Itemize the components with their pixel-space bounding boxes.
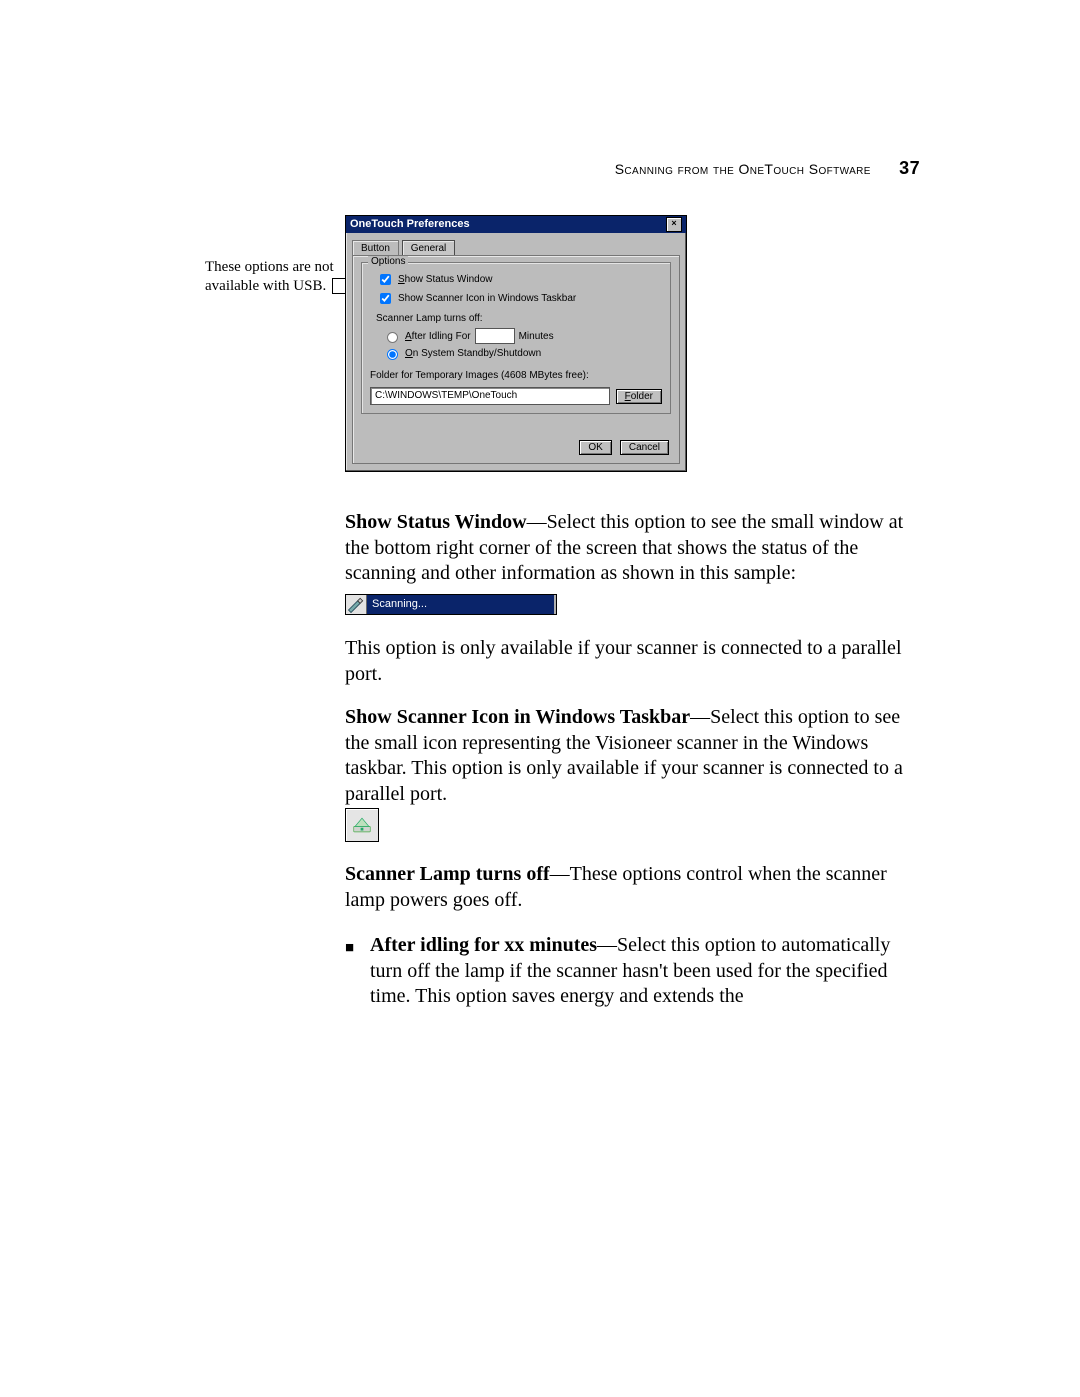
status-window-sample: Scanning... [345, 594, 557, 615]
temp-folder-label: Folder for Temporary Images (4608 MBytes… [370, 370, 662, 381]
callout-note: These options are not available with USB… [205, 258, 335, 296]
minutes-label: Minutes [519, 331, 554, 342]
tab-button[interactable]: Button [352, 240, 399, 256]
paragraph-lamp-off: Scanner Lamp turns off—These options con… [345, 862, 915, 913]
paragraph-show-icon-taskbar: Show Scanner Icon in Windows Taskbar—Sel… [345, 705, 915, 807]
options-fieldset: Options SShow Status Windowhow Status Wi… [361, 262, 671, 414]
lamp-off-group: Scanner Lamp turns off: After Idling For… [376, 313, 662, 360]
close-button[interactable]: × [666, 217, 682, 232]
tab-general-label: General [411, 243, 447, 254]
on-standby-radio[interactable]: On System Standby/Shutdown On System Sta… [382, 346, 662, 360]
temp-folder-path[interactable]: C:\WINDOWS\TEMP\OneTouch [370, 387, 610, 405]
show-status-window-checkbox[interactable]: SShow Status Windowhow Status Window [376, 271, 662, 288]
dialog-titlebar: OneTouch Preferences × [346, 216, 686, 233]
ok-label: OK [588, 442, 602, 453]
term-bold: Show Scanner Icon in Windows Taskbar [345, 706, 690, 728]
dialog-title: OneTouch Preferences [350, 216, 470, 233]
show-status-window-input[interactable] [380, 274, 391, 285]
scanner-icon [346, 595, 367, 614]
after-idling-input[interactable] [387, 332, 398, 343]
show-icon-taskbar-label: Show Scanner Icon in Windows Taskbar [398, 293, 576, 304]
bullet-bold: After idling for xx minutes [370, 934, 597, 956]
term-bold: Show Status Window [345, 511, 527, 533]
tab-strip: Button General [346, 233, 686, 255]
callout-leader-line [332, 278, 333, 293]
preferences-dialog: OneTouch Preferences × Button General Op… [345, 215, 687, 472]
page-number: 37 [899, 158, 920, 178]
show-icon-taskbar-input[interactable] [380, 293, 391, 304]
running-head-text: Scanning from the OneTouch Software [615, 161, 871, 177]
bullet-square-icon: ■ [345, 939, 354, 958]
cancel-button[interactable]: Cancel [620, 440, 669, 455]
idle-minutes-field[interactable] [475, 328, 515, 344]
options-legend: Options [368, 256, 408, 267]
folder-browse-button[interactable]: Folder Folder [616, 389, 662, 404]
status-window-text: Scanning... [367, 595, 556, 614]
taskbar-icon-sample [345, 808, 379, 842]
running-head: Scanning from the OneTouch Software 37 [615, 158, 920, 179]
lamp-off-title: Scanner Lamp turns off: [376, 313, 662, 324]
scanner-icon [351, 814, 373, 836]
tab-button-label: Button [361, 243, 390, 254]
close-icon: × [671, 218, 676, 228]
tab-panel-general: Options SShow Status Windowhow Status Wi… [352, 255, 680, 464]
paragraph-show-status-window: Show Status Window—Select this option to… [345, 510, 915, 587]
on-standby-input[interactable] [387, 349, 398, 360]
tab-general[interactable]: General [402, 240, 456, 256]
term-bold: Scanner Lamp turns off [345, 863, 550, 885]
ok-button[interactable]: OK [579, 440, 611, 455]
after-idling-radio[interactable]: After Idling For After Idling For Minute… [382, 328, 662, 344]
cancel-label: Cancel [629, 442, 660, 453]
show-icon-taskbar-checkbox[interactable]: Show Scanner Icon in Windows Taskbar [376, 290, 662, 307]
bullet-after-idling: ■ After idling for xx minutes—Select thi… [370, 933, 915, 1010]
paragraph-parallel-only-1: This option is only available if your sc… [345, 636, 915, 687]
